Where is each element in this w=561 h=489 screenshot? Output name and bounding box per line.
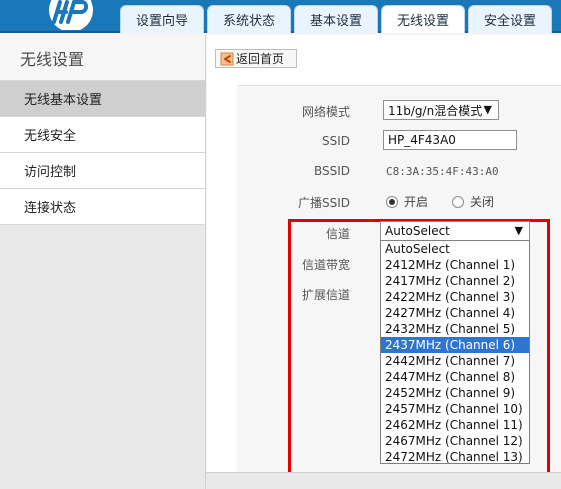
channel-option[interactable]: 2452MHz (Channel 9) [381,385,529,401]
back-home-label: 返回首页 [236,52,285,66]
network-mode-label: 网络模式 [301,105,350,119]
channel-label: 信道 [325,227,350,241]
channel-option[interactable]: 2447MHz (Channel 8) [381,369,529,385]
bssid-value: C8:3A:35:4F:43:A0 [386,165,499,178]
channel-width-label: 信道带宽 [301,258,350,272]
sidebar-item-access-control[interactable]: 访问控制 [0,153,205,189]
back-home-button[interactable]: 返回首页 [215,49,297,68]
channel-option[interactable]: AutoSelect [381,241,529,257]
ssid-label: SSID [321,134,350,148]
broadcast-on-label: 开启 [404,195,429,209]
sidebar-item-connection-status[interactable]: 连接状态 [0,189,205,225]
sidebar: 无线设置 无线基本设置 无线安全 访问控制 连接状态 [0,35,206,489]
broadcast-off-radio[interactable] [452,195,465,208]
channel-option[interactable]: 2422MHz (Channel 3) [381,289,529,305]
tab-setup-wizard[interactable]: 设置向导 [120,5,204,33]
channel-select[interactable]: AutoSelect ▼ [380,221,530,241]
sidebar-item-wireless-basic[interactable]: 无线基本设置 [0,81,205,117]
chevron-down-icon: ▼ [483,103,492,116]
channel-option[interactable]: 2412MHz (Channel 1) [381,257,529,273]
channel-option[interactable]: 2457MHz (Channel 10) [381,401,529,417]
bssid-label: BSSID [313,164,350,178]
broadcast-ssid-options: 开启 关闭 [386,193,494,210]
network-mode-select[interactable]: 11b/g/n混合模式 ▼ [383,100,499,120]
ssid-input[interactable]: HP_4F43A0 [383,130,517,150]
broadcast-ssid-label: 广播SSID [297,196,350,210]
tab-system-status[interactable]: 系统状态 [207,5,291,33]
top-tabs: 设置向导 系统状态 基本设置 无线设置 安全设置 [120,5,552,33]
tab-security-settings[interactable]: 安全设置 [468,5,552,33]
network-mode-value: 11b/g/n混合模式 [388,103,483,118]
extension-channel-label: 扩展信道 [301,288,350,302]
top-header: 设置向导 系统状态 基本设置 无线设置 安全设置 [0,0,561,33]
channel-option[interactable]: 2472MHz (Channel 13) [381,449,529,465]
chevron-down-icon: ▼ [514,224,523,237]
content-bottom-bar [206,472,561,489]
sidebar-title: 无线设置 [0,35,205,81]
tab-basic-settings[interactable]: 基本设置 [294,5,378,33]
broadcast-on-radio[interactable] [386,195,398,208]
channel-option[interactable]: 2417MHz (Channel 2) [381,273,529,289]
channel-option[interactable]: 2462MHz (Channel 11) [381,417,529,433]
broadcast-off-label: 关闭 [470,195,495,209]
channel-option[interactable]: 2467MHz (Channel 12) [381,433,529,449]
back-arrow-icon [220,52,234,65]
tab-wireless-settings[interactable]: 无线设置 [381,5,465,33]
sidebar-item-wireless-security[interactable]: 无线安全 [0,117,205,153]
hp-logo [49,0,93,30]
channel-option[interactable]: 2432MHz (Channel 5) [381,321,529,337]
channel-option[interactable]: 2442MHz (Channel 7) [381,353,529,369]
channel-option[interactable]: 2427MHz (Channel 4) [381,305,529,321]
channel-select-value: AutoSelect [385,224,450,238]
channel-option-selected[interactable]: 2437MHz (Channel 6) [381,337,529,353]
channel-dropdown-list: AutoSelect 2412MHz (Channel 1) 2417MHz (… [380,240,530,464]
